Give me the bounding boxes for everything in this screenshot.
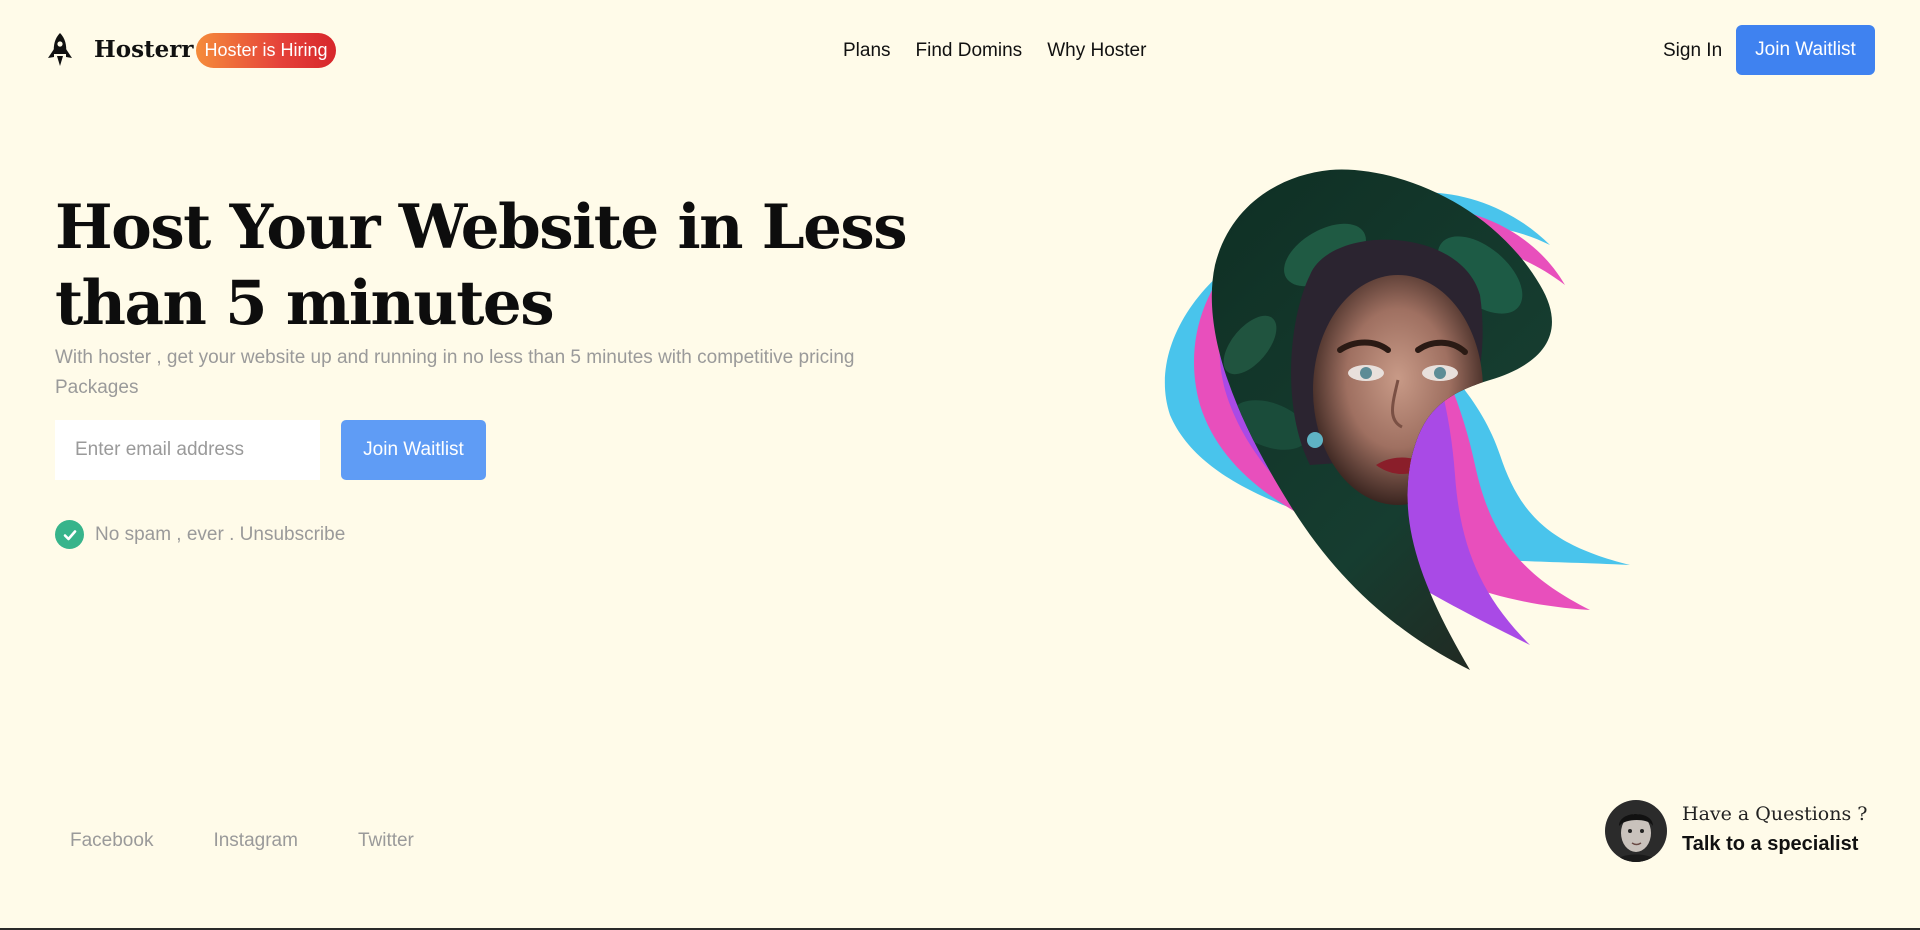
social-link-instagram[interactable]: Instagram [213, 830, 297, 852]
email-input[interactable] [55, 420, 320, 480]
help-widget[interactable]: Have a Questions ? Talk to a specialist [1605, 800, 1885, 862]
join-waitlist-button-header[interactable]: Join Waitlist [1736, 25, 1875, 75]
nav-item-plans[interactable]: Plans [843, 40, 891, 62]
hero-artwork [1164, 169, 1630, 671]
join-waitlist-button[interactable]: Join Waitlist [341, 420, 486, 480]
hero-subtitle: With hoster , get your website up and ru… [55, 347, 855, 398]
sign-in-link[interactable]: Sign In [1663, 40, 1722, 62]
check-circle-icon [55, 520, 84, 549]
specialist-avatar [1605, 800, 1667, 862]
talk-to-specialist-link[interactable]: Talk to a specialist [1682, 833, 1858, 856]
main-nav: Plans Find Domins Why Hoster [843, 40, 1146, 62]
social-link-facebook[interactable]: Facebook [70, 830, 153, 852]
hero-title: Host Your Website in Less than 5 minutes [55, 192, 908, 339]
brand-name[interactable]: Hosterr [94, 36, 194, 63]
social-links: Facebook Instagram Twitter [70, 830, 414, 852]
nav-item-why-hoster[interactable]: Why Hoster [1047, 40, 1146, 62]
rocket-icon[interactable] [45, 32, 75, 68]
no-spam-text: No spam , ever . Unsubscribe [95, 523, 346, 545]
help-question: Have a Questions ? [1682, 803, 1868, 825]
no-spam-note: No spam , ever . Unsubscribe [55, 520, 345, 549]
social-link-twitter[interactable]: Twitter [358, 830, 414, 852]
nav-item-find-domains[interactable]: Find Domins [916, 40, 1023, 62]
hiring-badge[interactable]: Hoster is Hiring [196, 33, 336, 68]
site-header: Hosterr Hoster is Hiring Plans Find Domi… [0, 0, 1920, 100]
